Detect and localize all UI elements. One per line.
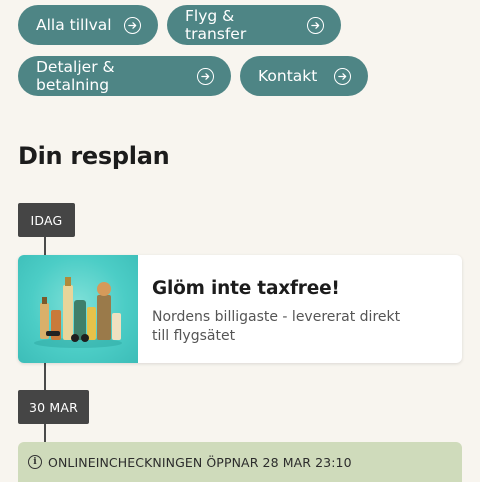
taxfree-promo-card[interactable]: Glöm inte taxfree! Nordens billigaste - …	[18, 255, 462, 363]
today-tag: IDAG	[18, 203, 75, 237]
checkin-notice-text: ONLINEINCHECKNINGEN ÖPPNAR 28 MAR 23:10	[48, 454, 352, 470]
nav-button-contact[interactable]: Kontakt	[240, 56, 368, 96]
arrow-right-circle-icon	[197, 67, 214, 85]
nav-button-label: Flyg & transfer	[185, 7, 247, 43]
arrow-right-circle-icon	[334, 67, 351, 85]
nav-button-label: Alla tillval	[36, 16, 112, 34]
arrow-right-circle-icon	[124, 16, 141, 34]
promo-card-title: Glöm inte taxfree!	[152, 278, 340, 299]
nav-button-all-addons[interactable]: Alla tillval	[18, 5, 158, 45]
arrow-right-circle-icon	[307, 16, 324, 34]
timeline-line	[44, 363, 46, 390]
info-icon: i	[28, 455, 42, 469]
itinerary-title: Din resplan	[18, 142, 170, 170]
timeline-line	[44, 237, 46, 255]
timeline-line	[44, 424, 46, 442]
nav-button-label: Detaljer & betalning	[36, 58, 115, 94]
nav-button-flight-transfer[interactable]: Flyg & transfer	[167, 5, 341, 45]
promo-card-subtitle: Nordens billigaste - levererat direkt ti…	[152, 309, 401, 344]
nav-button-details-payment[interactable]: Detaljer & betalning	[18, 56, 231, 96]
checkin-notice: i ONLINEINCHECKNINGEN ÖPPNAR 28 MAR 23:1…	[18, 442, 462, 482]
nav-button-label: Kontakt	[258, 67, 318, 85]
date-tag: 30 MAR	[18, 390, 89, 424]
taxfree-products-image	[18, 255, 138, 363]
